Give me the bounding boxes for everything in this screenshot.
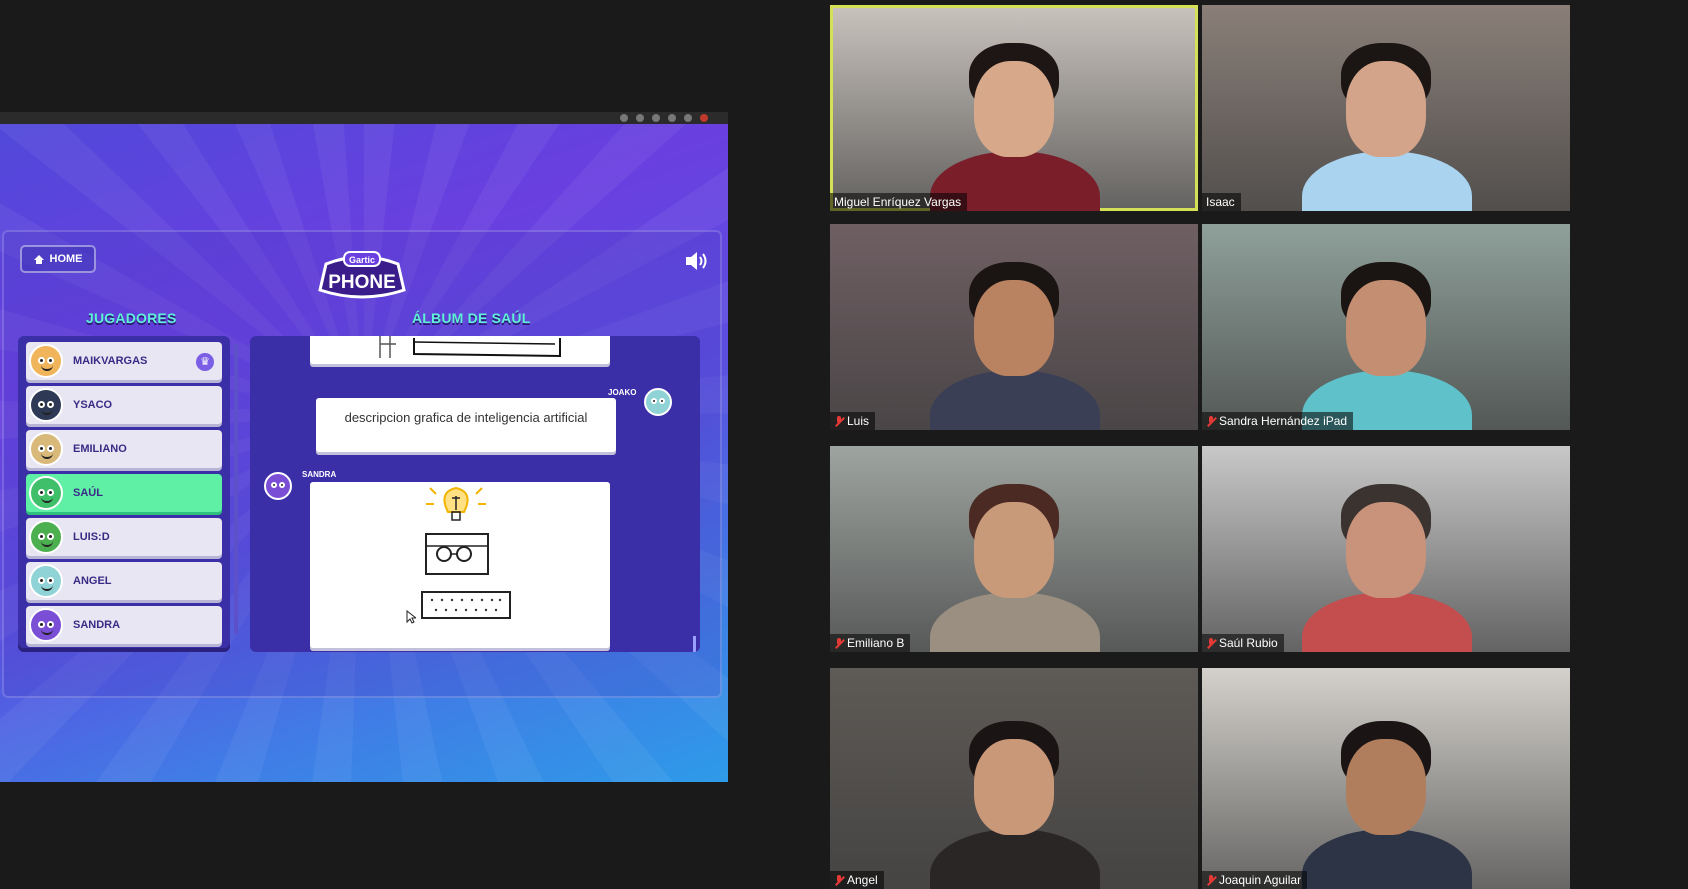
shared-screen: HOME Gartic PHONE JUGADORES ÁLBUM DE SAÚ…: [0, 112, 728, 782]
participant-video: [830, 668, 1198, 889]
player-row[interactable]: SANDRA: [26, 606, 222, 644]
player-row[interactable]: SAÚL: [26, 474, 222, 512]
player-row[interactable]: EMILIANO: [26, 430, 222, 468]
player-name: SAÚL: [73, 487, 103, 499]
mouse-cursor-icon: [406, 610, 416, 624]
participant-nameplate: Miguel Enríquez Vargas: [830, 193, 968, 211]
players-title: JUGADORES: [86, 310, 177, 326]
player-name: LUIS:D: [73, 531, 110, 543]
drawing-author-label: SANDRA: [302, 470, 337, 479]
participant-name: Sandra Hernández iPad: [1219, 414, 1348, 428]
player-avatar: [29, 388, 63, 422]
mic-muted-icon: [834, 415, 844, 427]
player-avatar: [29, 432, 63, 466]
album-panel: JOAKO descripcion grafica de inteligenci…: [250, 336, 700, 652]
home-button-label: HOME: [49, 253, 83, 265]
participant-video: [1202, 668, 1570, 889]
participant-name: Miguel Enríquez Vargas: [834, 195, 962, 209]
player-avatar: [29, 608, 63, 642]
players-list: MAIKVARGAS ♛ YSACO EMILIANO SAÚL LUIS:D ANGEL S…: [18, 336, 238, 652]
participant-video: [830, 446, 1198, 652]
players-scrollbar[interactable]: [234, 344, 238, 634]
player-avatar: [29, 476, 63, 510]
player-row[interactable]: LUIS:D: [26, 518, 222, 556]
mic-muted-icon: [834, 874, 844, 886]
participant-nameplate: Isaac: [1202, 193, 1241, 211]
participant-name: Saúl Rubio: [1219, 636, 1278, 650]
previous-drawing: [379, 336, 561, 358]
participant-video: [1202, 224, 1570, 430]
player-avatar: [29, 344, 63, 378]
player-name: YSACO: [73, 399, 113, 411]
participant-video-tile[interactable]: Luis: [830, 224, 1198, 430]
participant-video: [830, 224, 1198, 430]
participant-nameplate: Luis: [830, 412, 876, 430]
participant-video-tile[interactable]: Saúl Rubio: [1202, 446, 1570, 652]
mic-muted-icon: [834, 637, 844, 649]
participant-name: Emiliano B: [847, 636, 905, 650]
participant-nameplate: Saúl Rubio: [1202, 634, 1284, 652]
player-row[interactable]: MAIKVARGAS ♛: [26, 342, 222, 380]
participant-nameplate: Joaquin Aguilar: [1202, 871, 1308, 889]
player-row[interactable]: YSACO: [26, 386, 222, 424]
joako-avatar: [644, 388, 672, 416]
participant-video-tile[interactable]: Isaac: [1202, 5, 1570, 211]
home-button[interactable]: HOME: [20, 245, 96, 273]
participant-video: [1202, 446, 1570, 652]
participant-name: Luis: [847, 414, 870, 428]
svg-text:Gartic: Gartic: [349, 255, 375, 265]
participant-video-tile[interactable]: Sandra Hernández iPad: [1202, 224, 1570, 430]
crown-icon: ♛: [196, 353, 214, 371]
mic-muted-icon: [1206, 874, 1216, 886]
participant-video-tile[interactable]: Emiliano B: [830, 446, 1198, 652]
mic-muted-icon: [1206, 415, 1216, 427]
album-scrollbar[interactable]: [693, 636, 696, 652]
ai-drawing: [421, 486, 511, 619]
album-title: ÁLBUM DE SAÚL: [412, 310, 531, 326]
player-name: EMILIANO: [73, 443, 127, 455]
home-icon: [33, 254, 44, 264]
participant-nameplate: Sandra Hernández iPad: [1202, 412, 1354, 430]
participant-name: Angel: [847, 873, 878, 887]
text-author-label: JOAKO: [608, 388, 637, 397]
player-avatar: [29, 520, 63, 554]
participant-name: Joaquin Aguilar: [1219, 873, 1302, 887]
participant-video-tile[interactable]: Miguel Enríquez Vargas: [830, 5, 1198, 211]
player-name: ANGEL: [73, 575, 112, 587]
gartic-phone-logo: Gartic PHONE: [318, 251, 406, 299]
participant-video: [1202, 5, 1570, 211]
participant-video-tile[interactable]: Joaquin Aguilar: [1202, 668, 1570, 889]
mic-muted-icon: [1206, 637, 1216, 649]
browser-toolbar: [0, 112, 728, 124]
previous-drawing-card: [310, 336, 610, 364]
svg-text:PHONE: PHONE: [328, 272, 396, 293]
participant-video-tile[interactable]: Angel: [830, 668, 1198, 889]
sandra-avatar: [264, 472, 292, 500]
sound-icon[interactable]: [684, 250, 710, 272]
text-entry-card: descripcion grafica de inteligencia arti…: [316, 398, 616, 452]
participant-nameplate: Emiliano B: [830, 634, 911, 652]
player-row[interactable]: ANGEL: [26, 562, 222, 600]
player-avatar: [29, 564, 63, 598]
participant-name: Isaac: [1206, 195, 1235, 209]
player-name: SANDRA: [73, 619, 121, 631]
drawing-card: [310, 482, 610, 648]
participant-video: [830, 5, 1198, 211]
player-name: MAIKVARGAS: [73, 355, 148, 367]
text-entry: descripcion grafica de inteligencia arti…: [344, 410, 588, 425]
game-panel: HOME Gartic PHONE JUGADORES ÁLBUM DE SAÚ…: [2, 230, 722, 698]
participant-nameplate: Angel: [830, 871, 884, 889]
